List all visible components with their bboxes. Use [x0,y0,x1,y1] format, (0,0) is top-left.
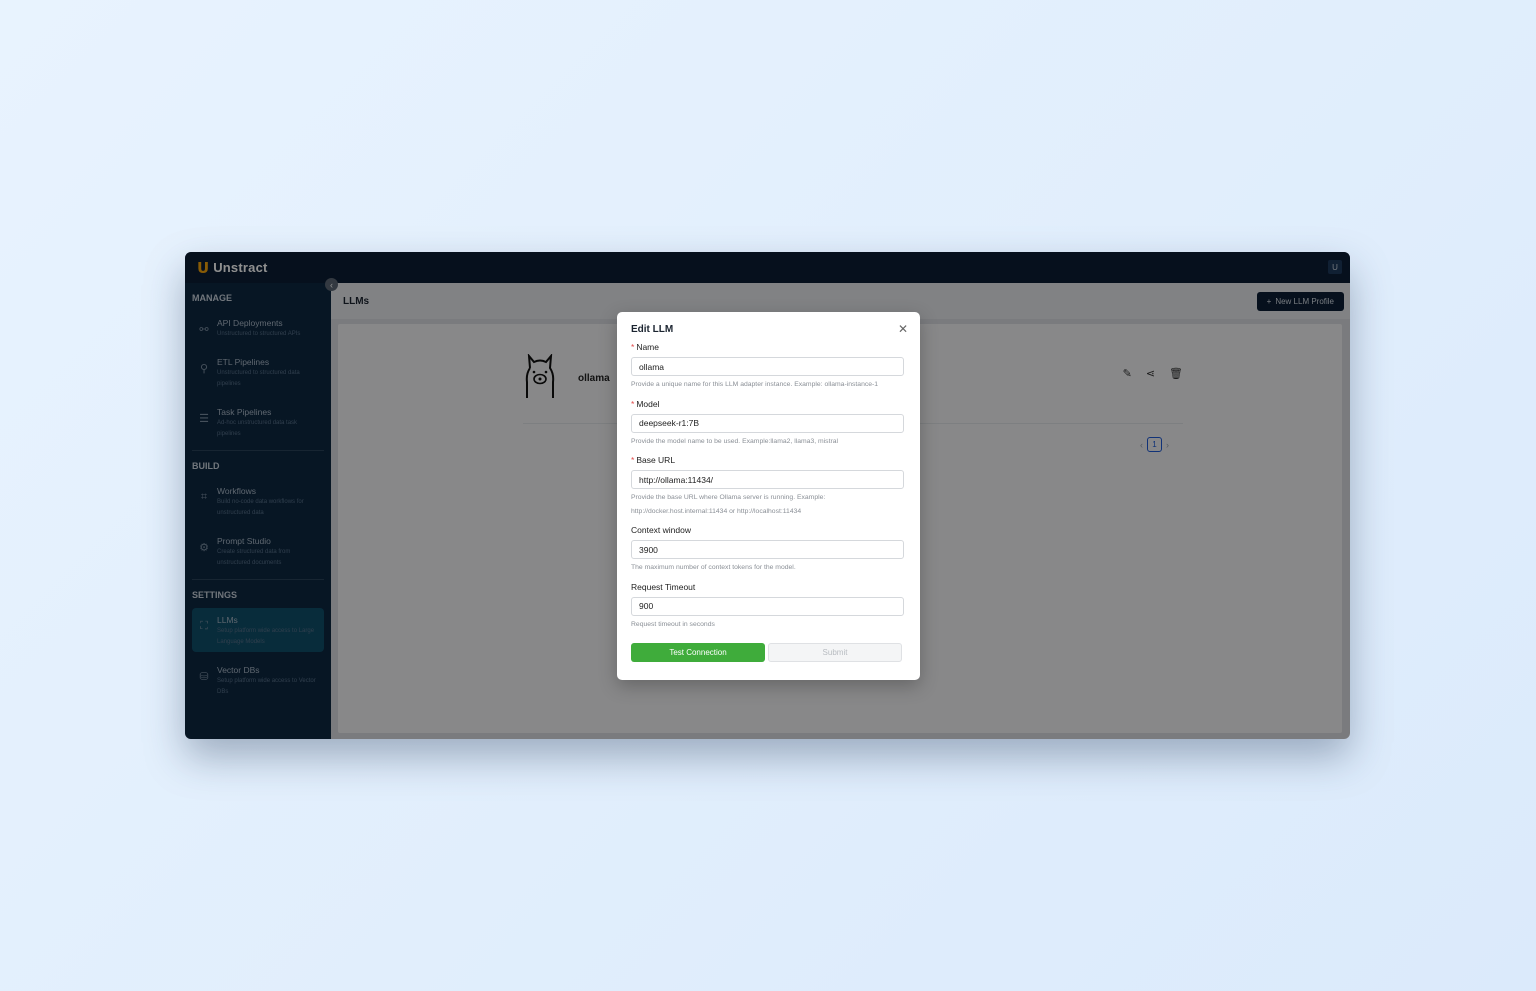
context-window-help: The maximum number of context tokens for… [631,564,796,571]
test-connection-button[interactable]: Test Connection [631,643,765,662]
model-label: * Model [631,398,660,409]
base-url-input[interactable]: http://ollama:11434/ [631,470,904,489]
context-window-label: Context window [631,525,692,535]
modal-title: Edit LLM [631,324,674,335]
name-label: * Name [631,342,659,352]
base-url-label: * Base URL [631,455,676,465]
modal-buttons: Test Connection Submit [631,643,906,662]
context-window-input[interactable]: 3900 [631,540,904,559]
close-icon[interactable]: ✕ [898,322,908,336]
base-url-help: Provide the base URL where Ollama server… [631,494,826,515]
request-timeout-help: Request timeout in seconds [631,620,715,628]
model-input[interactable]: deepseek-r1:7B [631,413,904,433]
edit-llm-modal: Edit LLM ✕ * Name ollama Provide a unique… [617,312,920,680]
name-help: Provide a unique name for this LLM adapt… [631,381,879,388]
model-help: Provide the model name to be used. Examp… [631,437,839,445]
request-timeout-input[interactable]: 900 [631,596,904,616]
submit-button[interactable]: Submit [768,643,902,662]
name-input[interactable]: ollama [631,357,904,376]
request-timeout-label: Request Timeout [631,581,696,592]
